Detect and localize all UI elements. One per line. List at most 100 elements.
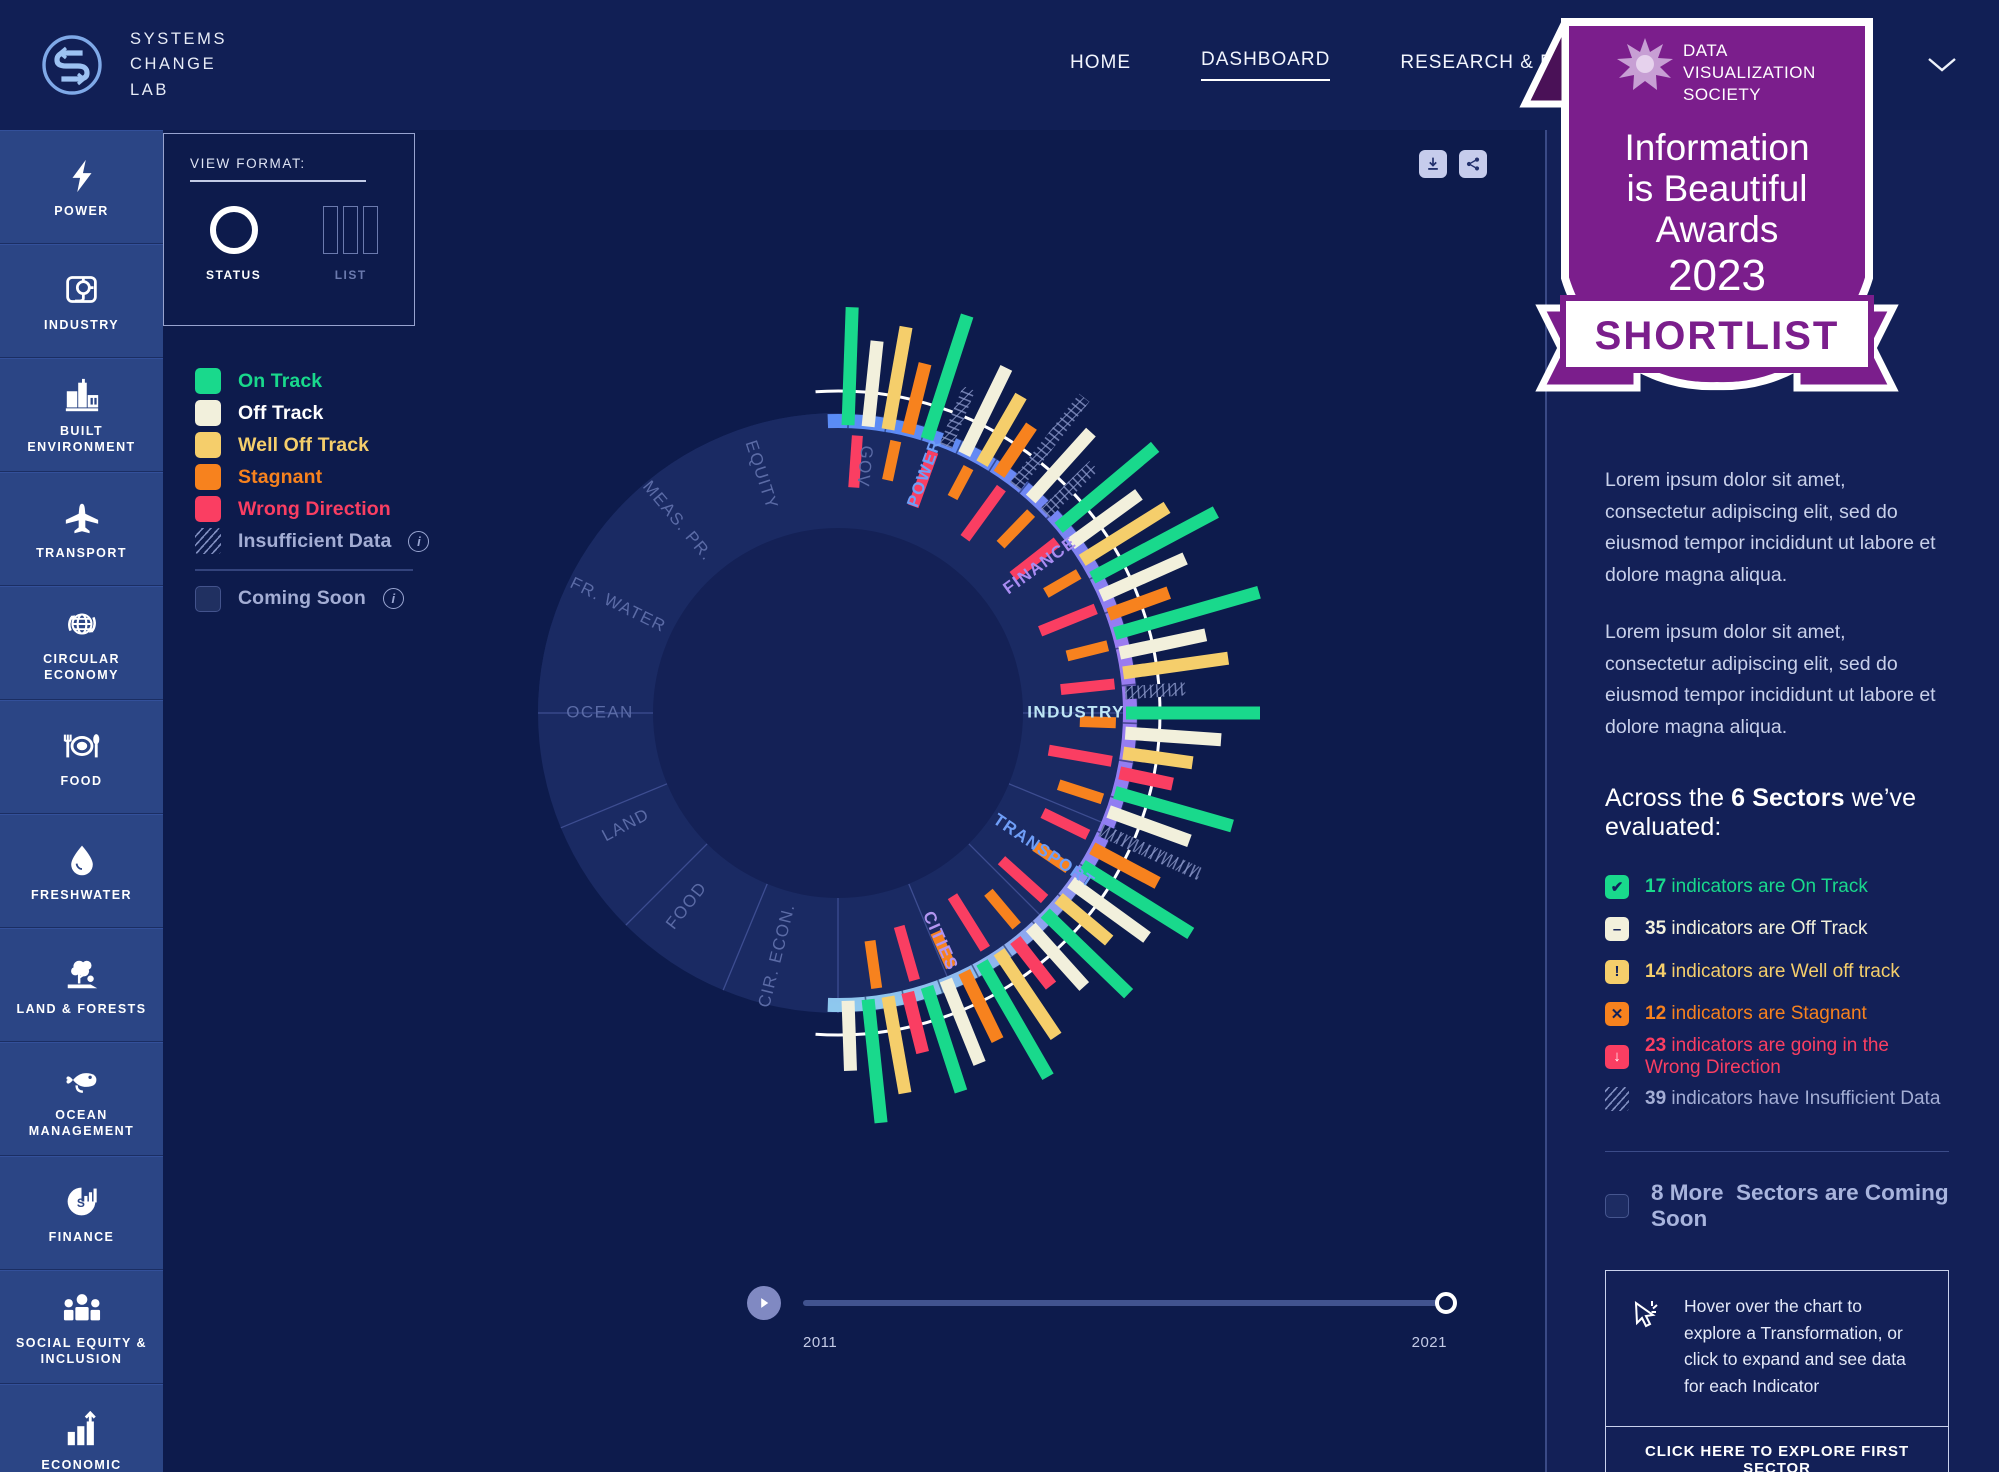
legend-item-well-off-track[interactable]: Well Off Track bbox=[195, 429, 515, 461]
sector-label[interactable]: INDUSTRY bbox=[1027, 702, 1124, 721]
sector-label[interactable]: OCEAN bbox=[566, 702, 633, 721]
info-icon[interactable]: i bbox=[408, 530, 430, 552]
explore-first-sector-button[interactable]: CLICK HERE TO EXPLORE FIRST SECTOR bbox=[1606, 1425, 1948, 1472]
panel-divider bbox=[1605, 1150, 1949, 1153]
sidebar-item-ocean-management[interactable]: OCEAN MANAGEMENT bbox=[0, 1042, 163, 1156]
sidebar-label: BUILT ENVIRONMENT bbox=[27, 423, 136, 454]
panel-heading-pre: Across the bbox=[1605, 783, 1732, 812]
sidebar-item-transport[interactable]: TRANSPORT bbox=[0, 472, 163, 586]
coming-soon-row: 8 More Sectors are Coming Soon bbox=[1605, 1180, 1949, 1232]
stat-count: 12 bbox=[1645, 1003, 1667, 1025]
view-format-option-list[interactable]: LIST bbox=[323, 205, 379, 282]
info-icon[interactable]: i bbox=[382, 588, 404, 609]
minus-icon: – bbox=[1605, 917, 1629, 942]
svg-text:Information: Information bbox=[1624, 127, 1809, 168]
sidebar-label: FRESHWATER bbox=[30, 887, 133, 902]
cursor-click-icon bbox=[1628, 1297, 1662, 1336]
stat-text: 39 indicators have Insufficient Data bbox=[1645, 1088, 1940, 1110]
view-format-rule bbox=[190, 180, 366, 182]
radial-bar[interactable] bbox=[861, 998, 888, 1124]
stat-label: indicators are going in the Wrong Direct… bbox=[1645, 1034, 1890, 1078]
radial-bar[interactable] bbox=[881, 995, 912, 1095]
exclamation-icon: ! bbox=[1605, 959, 1629, 984]
legend-item-off-track[interactable]: Off Track bbox=[195, 397, 515, 429]
sidebar-item-circular-economy[interactable]: CIRCULAR ECONOMY bbox=[0, 586, 163, 700]
radial-bar[interactable] bbox=[901, 990, 929, 1055]
pie-dollar-icon: S bbox=[61, 1181, 103, 1223]
legend-swatch-insufficient-data bbox=[195, 528, 221, 554]
radial-bar[interactable] bbox=[861, 340, 884, 428]
legend-item-stagnant[interactable]: Stagnant bbox=[195, 461, 515, 493]
stat-row-insufficient-data: 39 indicators have Insufficient Data bbox=[1605, 1078, 1949, 1121]
sidebar-item-land-forests[interactable]: LAND & FORESTS bbox=[0, 928, 163, 1042]
stat-text: 12 indicators are Stagnant bbox=[1645, 1003, 1867, 1025]
dashboard-page: SYSTEMS CHANGE LAB HOME DASHBOARD RESEAR… bbox=[0, 0, 1999, 1472]
play-icon[interactable] bbox=[747, 1286, 781, 1320]
sidebar-item-freshwater[interactable]: FRESHWATER bbox=[0, 814, 163, 928]
slider-handle[interactable] bbox=[1435, 1292, 1457, 1314]
sidebar-item-finance[interactable]: S FINANCE bbox=[0, 1156, 163, 1270]
radial-bar[interactable] bbox=[841, 1000, 857, 1072]
buildings-icon bbox=[61, 375, 103, 417]
legend-label: On Track bbox=[238, 369, 323, 392]
slider-end-year: 2021 bbox=[1411, 1334, 1447, 1351]
svg-text:S: S bbox=[77, 1196, 85, 1210]
legend-item-wrong-direction[interactable]: Wrong Direction bbox=[195, 493, 515, 525]
stat-count: 35 bbox=[1645, 918, 1667, 940]
nav-item-dashboard[interactable]: DASHBOARD bbox=[1201, 49, 1331, 81]
panel-paragraph-1: Lorem ipsum dolor sit amet, consectetur … bbox=[1605, 469, 1936, 586]
radial-bar[interactable] bbox=[1124, 726, 1222, 747]
radial-bar-inner[interactable] bbox=[1060, 678, 1116, 696]
radial-bar[interactable] bbox=[881, 325, 913, 431]
svg-text:SOCIETY: SOCIETY bbox=[1683, 85, 1761, 104]
water-drop-icon bbox=[61, 839, 103, 881]
view-format-option-status[interactable]: STATUS bbox=[206, 205, 261, 282]
stat-text: 14 indicators are Well off track bbox=[1645, 961, 1900, 983]
chevron-down-icon[interactable] bbox=[1925, 54, 1959, 74]
stat-row-stagnant: ✕ 12 indicators are Stagnant bbox=[1605, 993, 1949, 1036]
sidebar-item-power[interactable]: POWER bbox=[0, 130, 163, 244]
sidebar-item-industry[interactable]: INDUSTRY bbox=[0, 244, 163, 358]
radial-bar[interactable] bbox=[1122, 651, 1230, 680]
sidebar-item-social-equity[interactable]: SOCIAL EQUITY & INCLUSION bbox=[0, 1270, 163, 1384]
legend-item-coming-soon[interactable]: Coming Soon i bbox=[195, 583, 515, 615]
brand-logo[interactable]: SYSTEMS CHANGE LAB bbox=[40, 27, 227, 102]
legend-item-on-track[interactable]: On Track bbox=[195, 365, 515, 397]
radial-bar[interactable] bbox=[901, 362, 932, 436]
radial-bar[interactable] bbox=[1118, 628, 1208, 660]
legend-label: Wrong Direction bbox=[238, 497, 391, 520]
radial-bar-inner[interactable] bbox=[1079, 715, 1117, 729]
sector-sidebar: POWER INDUSTRY BUILT ENVIRONMENT TRANSPO… bbox=[0, 130, 163, 1472]
sidebar-item-economic[interactable]: ECONOMIC bbox=[0, 1384, 163, 1472]
sidebar-label: FINANCE bbox=[48, 1229, 115, 1244]
panel-paragraph-2: Lorem ipsum dolor sit amet, consectetur … bbox=[1605, 621, 1936, 739]
panel-heading: Across the 6 Sectors we’ve evaluated: bbox=[1605, 784, 1949, 842]
legend-label: Stagnant bbox=[238, 465, 323, 488]
circular-s-monogram-icon bbox=[40, 33, 104, 97]
award-badge: DATA VISUALIZATION SOCIETY Information i… bbox=[1517, 8, 1917, 398]
slider-year-labels: 2011 2021 bbox=[747, 1334, 1447, 1351]
radial-bar-inner[interactable] bbox=[864, 939, 883, 990]
fish-icon bbox=[61, 1059, 103, 1101]
slider-track[interactable] bbox=[803, 1292, 1457, 1314]
svg-text:is Beautiful: is Beautiful bbox=[1627, 168, 1808, 209]
bar-chart-arrow-icon bbox=[61, 1409, 103, 1451]
view-format-options: STATUS LIST bbox=[190, 205, 388, 282]
nav-item-home[interactable]: HOME bbox=[1070, 52, 1131, 79]
legend-swatch-stagnant bbox=[195, 464, 221, 490]
stat-count: 14 bbox=[1645, 960, 1667, 982]
sidebar-label: TRANSPORT bbox=[36, 545, 127, 560]
svg-text:SHORTLIST: SHORTLIST bbox=[1595, 314, 1840, 358]
view-format-panel: VIEW FORMAT: STATUS LIST bbox=[163, 133, 415, 326]
coming-soon-swatch bbox=[1605, 1194, 1629, 1219]
sidebar-item-built-environment[interactable]: BUILT ENVIRONMENT bbox=[0, 358, 163, 472]
legend-swatch-off-track bbox=[195, 400, 221, 426]
stat-label: indicators have Insufficient Data bbox=[1671, 1088, 1941, 1110]
legend-item-insufficient-data[interactable]: Insufficient Data i bbox=[195, 525, 515, 557]
hint-text: Hover over the chart to explore a Transf… bbox=[1684, 1296, 1906, 1396]
sidebar-item-food[interactable]: FOOD bbox=[0, 700, 163, 814]
stat-count: 17 bbox=[1645, 875, 1667, 897]
plate-cutlery-icon bbox=[61, 725, 103, 767]
radial-bar[interactable] bbox=[841, 307, 859, 426]
brand-name: SYSTEMS CHANGE LAB bbox=[130, 27, 227, 102]
